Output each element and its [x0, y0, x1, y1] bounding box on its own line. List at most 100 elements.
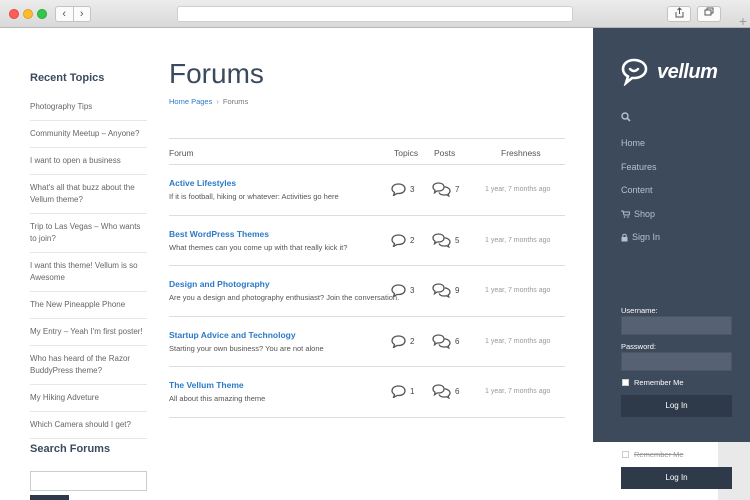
login-button-duplicate[interactable]: Log In — [621, 467, 732, 489]
forums-table: Forum Topics Posts Freshness Active Life… — [169, 138, 565, 418]
new-tab-button[interactable]: + — [736, 14, 750, 28]
menu-item-label: Content — [621, 185, 653, 195]
post-count: 6 — [432, 384, 459, 399]
menu-item-label: Shop — [634, 208, 656, 219]
cart-icon — [621, 210, 630, 218]
recent-topic-link[interactable]: Which Camera should I get? — [30, 412, 147, 439]
chat-bubbles-icon — [432, 333, 451, 349]
chat-bubbles-icon — [432, 283, 451, 298]
remember-me-checkbox[interactable] — [622, 379, 629, 386]
post-count: 6 — [432, 333, 460, 349]
post-count-value: 6 — [455, 336, 460, 346]
topic-count: 2 — [391, 233, 414, 247]
close-window-button[interactable] — [9, 9, 19, 19]
share-button[interactable] — [667, 6, 691, 22]
breadcrumb-current: Forums — [222, 97, 249, 106]
freshness-link[interactable]: 1 year, 7 months ago — [485, 237, 550, 244]
chat-bubble-icon — [391, 233, 406, 247]
remember-me-label-duplicate: Remember Me — [634, 450, 684, 459]
recent-topic-link[interactable]: I want this theme! Vellum is so Awesome — [30, 253, 147, 292]
recent-topic-link[interactable]: The New Pineapple Phone — [30, 292, 147, 319]
table-row: Best WordPress Themes What themes can yo… — [169, 216, 565, 266]
post-count-value: 6 — [455, 387, 460, 396]
search-forums-input[interactable] — [30, 471, 147, 491]
chat-bubbles-icon — [432, 182, 451, 197]
topic-count: 1 — [391, 385, 414, 398]
menu-item-label: Home — [621, 138, 646, 148]
topic-count: 3 — [391, 183, 414, 196]
back-button[interactable]: ‹ — [56, 7, 74, 21]
post-count-value: 9 — [455, 286, 460, 295]
logo-chat-icon — [621, 58, 648, 86]
chat-bubbles-icon — [432, 384, 451, 399]
site-logo[interactable]: vellum — [621, 58, 718, 86]
menu-item-features[interactable]: Features — [621, 162, 660, 172]
main-menu: Home Features Content Shop Sign In — [621, 138, 660, 256]
column-header-posts: Posts — [434, 148, 456, 158]
recent-topic-link[interactable]: Photography Tips — [30, 94, 147, 121]
password-label: Password: — [621, 342, 657, 351]
forum-description: All about this amazing theme — [169, 394, 266, 403]
post-count: 5 — [432, 232, 460, 248]
breadcrumb-home-link[interactable]: Home Pages — [169, 97, 212, 106]
recent-topics-title: Recent Topics — [30, 72, 105, 84]
recent-topic-link[interactable]: Trip to Las Vegas – Who wants to join? — [30, 214, 147, 253]
recent-topics-list: Photography Tips Community Meetup – Anyo… — [30, 94, 147, 439]
recent-topic-link[interactable]: What's all that buzz about the Vellum th… — [30, 175, 147, 214]
page-content: Recent Topics Photography Tips Community… — [0, 28, 593, 500]
recent-topic-link[interactable]: Community Meetup – Anyone? — [30, 121, 147, 148]
forum-title-link[interactable]: Design and Photography — [169, 279, 270, 289]
username-field[interactable] — [621, 316, 732, 335]
menu-item-sign-in[interactable]: Sign In — [621, 232, 660, 242]
freshness-link[interactable]: 1 year, 7 months ago — [485, 186, 550, 193]
remember-me-option-duplicate[interactable]: Remember Me — [622, 450, 684, 459]
chat-bubble-icon — [391, 183, 406, 196]
forum-title-link[interactable]: Startup Advice and Technology — [169, 330, 296, 340]
recent-topic-link[interactable]: Who has heard of the Razor BuddyPress th… — [30, 346, 147, 385]
search-icon[interactable] — [621, 112, 631, 122]
breadcrumb-separator: › — [216, 97, 219, 106]
column-header-freshness: Freshness — [501, 148, 541, 158]
forum-title-link[interactable]: Active Lifestyles — [169, 178, 236, 188]
table-row: The Vellum Theme All about this amazing … — [169, 367, 565, 418]
search-forums-title: Search Forums — [30, 443, 111, 455]
recent-topic-link[interactable]: My Hiking Adveture — [30, 385, 147, 412]
menu-item-shop[interactable]: Shop — [621, 209, 660, 219]
password-field[interactable] — [621, 352, 732, 371]
maximize-window-button[interactable] — [37, 9, 47, 19]
menu-item-label: Features — [621, 161, 657, 172]
minimize-window-button[interactable] — [23, 9, 33, 19]
username-label: Username: — [621, 306, 658, 315]
topic-count-value: 3 — [410, 286, 415, 295]
topic-count-value: 2 — [410, 336, 415, 346]
remember-me-option[interactable]: Remember Me — [622, 378, 684, 387]
chat-bubble-icon — [391, 385, 406, 398]
post-count: 7 — [432, 182, 459, 197]
forum-description: If it is football, hiking or whatever: A… — [169, 192, 339, 201]
menu-item-label: Sign In — [632, 232, 661, 242]
column-header-topics: Topics — [394, 148, 419, 158]
login-button[interactable]: Log In — [621, 395, 732, 417]
right-sidebar: vellum Home Features Content Shop Sign I… — [593, 28, 750, 442]
share-icon — [675, 7, 683, 18]
page-title: Forums — [169, 58, 264, 89]
table-row: Active Lifestyles If it is football, hik… — [169, 165, 565, 216]
recent-topic-link[interactable]: I want to open a business — [30, 148, 147, 175]
address-bar[interactable] — [177, 6, 573, 22]
chat-bubble-icon — [391, 334, 406, 348]
chat-bubbles-icon — [432, 232, 451, 248]
tabs-button[interactable] — [697, 6, 721, 22]
freshness-link[interactable]: 1 year, 7 months ago — [485, 338, 550, 345]
forum-title-link[interactable]: The Vellum Theme — [169, 380, 244, 390]
post-count-value: 5 — [455, 235, 460, 245]
recent-topic-link[interactable]: My Entry – Yeah I'm first poster! — [30, 319, 147, 346]
search-forums-button[interactable] — [30, 495, 69, 500]
forum-title-link[interactable]: Best WordPress Themes — [169, 229, 269, 239]
forum-description: Are you a design and photography enthusi… — [169, 293, 400, 302]
freshness-link[interactable]: 1 year, 7 months ago — [485, 287, 550, 294]
menu-item-home[interactable]: Home — [621, 138, 660, 148]
remember-me-checkbox-duplicate[interactable] — [622, 451, 629, 458]
freshness-link[interactable]: 1 year, 7 months ago — [485, 388, 550, 395]
forward-button[interactable]: › — [74, 7, 91, 21]
menu-item-content[interactable]: Content — [621, 185, 660, 195]
